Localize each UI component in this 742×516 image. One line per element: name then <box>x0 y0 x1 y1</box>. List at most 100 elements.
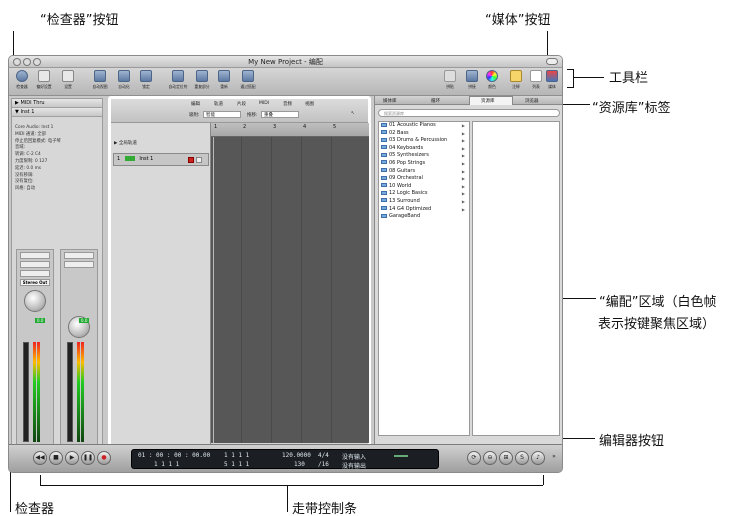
global-tracks-disclosure[interactable]: ▶ 全局轨道 <box>114 140 137 146</box>
tab-bin[interactable]: 媒体库 <box>383 98 397 104</box>
library-search-field[interactable]: 搜索资源库 <box>378 109 560 117</box>
list-item[interactable]: 08 Guitars ▶ <box>379 168 469 176</box>
bracket-transport-right <box>543 475 544 485</box>
menu-view[interactable]: 视图 <box>305 101 314 107</box>
info-icon <box>16 70 28 82</box>
snap-popup[interactable]: 智能 <box>203 111 241 118</box>
tab-browser[interactable]: 浏览器 <box>525 98 539 104</box>
param-row[interactable]: 停止后回复模式: 电子琴 <box>12 139 102 146</box>
drag-popup[interactable]: 重叠 <box>261 111 299 118</box>
menu-region[interactable]: 片段 <box>237 101 246 107</box>
list-item[interactable]: 06 Pop Strings ▶ <box>379 160 469 168</box>
solo-button[interactable] <box>196 157 202 163</box>
callout-arrange-area-2: 表示按键聚焦区域） <box>598 317 716 332</box>
toolbar-preferences-button[interactable]: 偏好设置 <box>33 70 55 94</box>
list-item[interactable]: 03 Drums & Percussion ▶ <box>379 137 469 145</box>
play-button[interactable]: ▶ <box>65 451 79 465</box>
output-slot[interactable]: Stereo Out <box>20 279 50 286</box>
auto-view-icon <box>94 70 106 82</box>
ruler-number: 1 <box>214 124 218 130</box>
param-row[interactable]: MIDI 通道: 全部 <box>12 132 102 139</box>
param-row[interactable]: 转调: C-2 C4 <box>12 152 102 159</box>
automation-icon <box>118 70 130 82</box>
rewind-button[interactable]: ◀◀ <box>33 451 47 465</box>
midi-out-display: 没有输出 <box>342 463 367 470</box>
bracket-transport-h <box>40 485 543 486</box>
tab-loops[interactable]: 循环 <box>431 98 440 104</box>
toolbar-tile-button[interactable]: 拼贴 <box>439 70 461 94</box>
solo-mode-button[interactable]: S <box>515 451 529 465</box>
toolbar-automation-button[interactable]: 自动化 <box>113 70 135 94</box>
menu-track[interactable]: 轨道 <box>214 101 223 107</box>
toolbar-lock-button[interactable]: 锁定 <box>135 70 157 94</box>
list-item[interactable]: 01 Acoustic Pianos ▶ <box>379 122 469 130</box>
toolbar-toggle-button[interactable] <box>546 58 558 65</box>
list-item[interactable]: 09 Orchestral ▶ <box>379 175 469 183</box>
pause-button[interactable]: ❚❚ <box>81 451 95 465</box>
toolbar-colors-button[interactable]: 颜色 <box>481 70 503 94</box>
autopunch-button[interactable]: ⊖ <box>483 451 497 465</box>
send-slot[interactable] <box>20 270 50 277</box>
menu-audio[interactable]: 音频 <box>283 101 292 107</box>
join-icon <box>466 70 478 82</box>
toolbar-join-button[interactable]: 拼接 <box>461 70 483 94</box>
region-parameters-header[interactable]: ▶ MIDI Thru <box>12 99 102 108</box>
toolbar-settings-button[interactable]: 设置 <box>57 70 79 94</box>
title-bar[interactable]: My New Project - 编配 <box>9 56 562 68</box>
toolbar-notes-button[interactable]: 注释 <box>505 70 527 94</box>
toolbar-repeat-button[interactable]: 重复部分 <box>191 70 213 94</box>
list-item[interactable]: 05 Synthesizers ▶ <box>379 152 469 160</box>
menu-edit[interactable]: 编辑 <box>191 101 200 107</box>
metronome-button[interactable]: ♪ <box>531 451 545 465</box>
toolbar-media-button[interactable]: 媒体 <box>541 70 562 94</box>
menu-midi[interactable]: MIDI <box>259 101 269 106</box>
pan-knob[interactable] <box>24 290 46 312</box>
list-item[interactable]: 14 G4 Optimized ▶ <box>379 206 469 214</box>
tile-icon <box>444 70 456 82</box>
bracket-transport-left <box>40 475 41 485</box>
logic-window: My New Project - 编配 检查器 偏好设置 设置 自动视图 自动化… <box>8 55 563 473</box>
more-button[interactable]: » <box>547 451 561 465</box>
insert-slot[interactable] <box>64 252 94 259</box>
param-row[interactable]: 风格: 自动 <box>12 186 102 193</box>
toolbar-combine-button[interactable]: 通过搭配 <box>237 70 259 94</box>
arrange-area[interactable]: 编辑 轨道 片段 MIDI 音频 视图 吸附: 智能 拖移: 重叠 ↖ ▶ 全局… <box>108 96 371 464</box>
toolbar-auto-view-button[interactable]: 自动视图 <box>89 70 111 94</box>
toolbar-redo-button[interactable]: 重新 <box>213 70 235 94</box>
mute-button[interactable] <box>188 157 194 163</box>
bar-ruler[interactable]: 1 2 3 4 5 <box>211 123 369 137</box>
cycle-button[interactable]: ⟳ <box>467 451 481 465</box>
insert-slot[interactable] <box>20 252 50 259</box>
toolbar-inspector-button[interactable]: 检查器 <box>11 70 33 94</box>
volume-fader[interactable] <box>23 342 29 442</box>
folder-icon <box>381 122 387 127</box>
callout-toolbar: 工具栏 <box>609 71 649 86</box>
playhead[interactable] <box>213 137 214 443</box>
pointer-tool-icon[interactable]: ↖ <box>351 111 355 116</box>
list-item[interactable]: 04 Keyboards ▶ <box>379 145 469 153</box>
replace-button[interactable]: ⊞ <box>499 451 513 465</box>
folder-icon <box>381 145 387 150</box>
tab-library[interactable]: 资源库 <box>481 98 495 104</box>
transport-display[interactable]: 01 : 00 : 00 : 00.00 1 1 1 1 1 1 1 1 5 1… <box>131 449 439 470</box>
disclosure-arrow-icon: ▶ <box>461 138 465 144</box>
toolbar-locator-button[interactable]: 自动定位符 <box>167 70 189 94</box>
track-header[interactable]: 1 Inst 1 <box>113 153 209 166</box>
param-row[interactable]: 延迟: 0.0 ms <box>12 166 102 173</box>
list-item[interactable]: 02 Bass ▶ <box>379 130 469 138</box>
param-row[interactable]: Core Audio: Inst 1 <box>12 125 102 132</box>
volume-fader[interactable] <box>67 342 73 442</box>
track-parameters-header[interactable]: ▼ Inst 1 <box>12 108 102 117</box>
library-settings-list <box>472 121 560 436</box>
insert-slot[interactable] <box>20 261 50 268</box>
list-item[interactable]: GarageBand <box>379 213 469 221</box>
stop-button[interactable]: ■ <box>49 451 63 465</box>
insert-slot[interactable] <box>64 261 94 268</box>
param-row[interactable]: 力度限制: 0 127 <box>12 159 102 166</box>
list-item[interactable]: 13 Surround ▶ <box>379 198 469 206</box>
list-item[interactable]: 10 World ▶ <box>379 183 469 191</box>
list-item[interactable]: 12 Logic Basics ▶ <box>379 190 469 198</box>
inspector-panel: ▶ MIDI Thru ▼ Inst 1 Core Audio: Inst 1 … <box>11 98 103 460</box>
arrange-grid[interactable]: 1 2 3 4 5 <box>211 123 369 443</box>
record-button[interactable]: ● <box>97 451 111 465</box>
